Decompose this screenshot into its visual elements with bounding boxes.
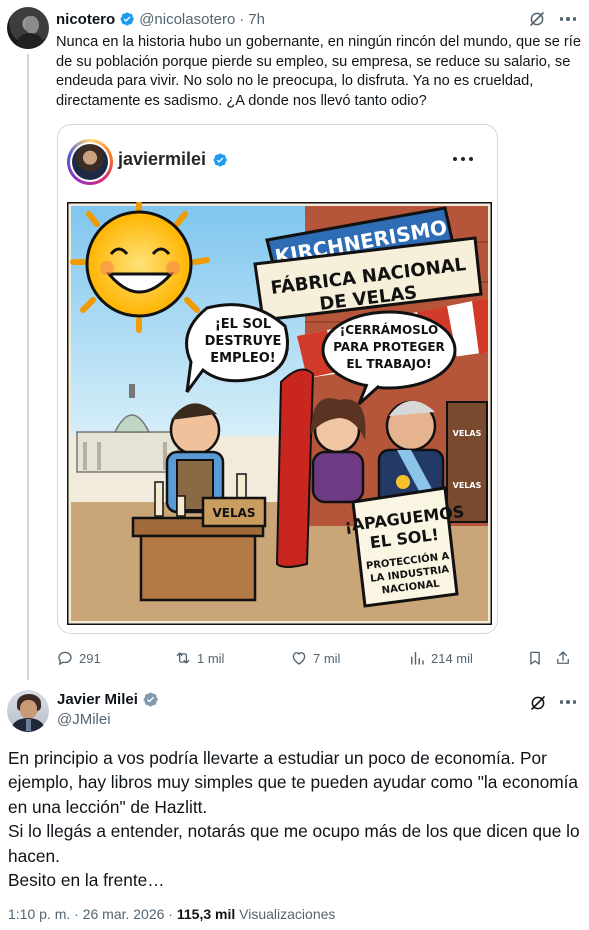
tweet1-timestamp[interactable]: 7h xyxy=(248,11,265,28)
views-count: 214 mil xyxy=(431,650,473,666)
velas-box-label: VELAS xyxy=(212,506,255,520)
heart-icon xyxy=(292,652,306,665)
grok-icon[interactable] xyxy=(528,10,546,28)
javier-milei-avatar[interactable] xyxy=(7,690,49,732)
bubble-right-line2: PARA PROTEGER xyxy=(333,340,445,354)
share-button[interactable] xyxy=(554,648,572,668)
repost-button[interactable]: 1 mil xyxy=(174,648,224,668)
bookmark-icon xyxy=(530,651,540,665)
avatar-face xyxy=(20,700,37,719)
tweet2-paragraph: Besito en la frente… xyxy=(8,870,165,891)
shelf-label-lower: VELAS xyxy=(453,481,482,490)
verified-badge-icon xyxy=(120,12,135,26)
separator-dot: · xyxy=(239,10,245,28)
repost-count: 1 mil xyxy=(197,650,225,666)
tweet1-handle[interactable]: @nicolasotero xyxy=(139,11,235,28)
tweet1-action-bar: 291 1 mil 7 mil 214 mil xyxy=(56,648,582,668)
like-count: 7 mil xyxy=(313,650,341,666)
more-options-icon[interactable] xyxy=(556,692,580,712)
tweet1-header: nicotero @nicolasotero · 7h xyxy=(56,9,265,29)
shelf-label: VELAS xyxy=(453,429,482,438)
tweet2-meta: 1:10 p. m. · 26 mar. 2026 · 115,3 mil Vi… xyxy=(8,906,335,922)
grok-icon[interactable] xyxy=(529,694,547,712)
reply-button[interactable]: 291 xyxy=(56,648,101,668)
red-curtain xyxy=(275,368,315,568)
bubble-left-line1: ¡EL SOL xyxy=(215,317,271,332)
instagram-more-icon[interactable] xyxy=(453,157,473,161)
bubble-right-line3: EL TRABAJO! xyxy=(346,357,431,371)
tweet2-author-name[interactable]: Javier Milei xyxy=(57,691,138,708)
tweet1-author-name[interactable]: nicotero xyxy=(56,11,115,28)
instagram-avatar[interactable] xyxy=(67,139,113,185)
like-button[interactable]: 7 mil xyxy=(290,648,340,668)
more-options-icon[interactable] xyxy=(556,9,580,29)
tweet2-text: En principio a vos podría llevarte a est… xyxy=(8,746,580,892)
comic-illustration: KIRCHNERISMO FÁBRICA NACIONAL DE VELAS ¡… xyxy=(67,202,492,625)
tweet2-views-label: Visualizaciones xyxy=(239,906,336,922)
tweet2-timestamp[interactable]: 1:10 p. m. · 26 mar. 2026 · xyxy=(8,906,173,922)
instagram-account-row: javiermilei xyxy=(118,149,228,170)
thread-connector-line xyxy=(27,54,29,680)
embedded-instagram-post[interactable]: javiermilei KIRCHNERISMO FÁBRICA NACIONA… xyxy=(57,124,498,634)
bubble-right-line1: ¡CERRÁMOSLO xyxy=(340,322,438,337)
tweet2-handle[interactable]: @JMilei xyxy=(57,711,111,728)
views-button[interactable]: 214 mil xyxy=(408,648,473,668)
avatar-body xyxy=(17,33,43,49)
tweet2-views-count: 115,3 mil xyxy=(176,906,236,922)
instagram-account-name[interactable]: javiermilei xyxy=(118,149,206,170)
worker-character xyxy=(165,403,225,514)
share-icon xyxy=(557,651,569,664)
instagram-verified-icon xyxy=(213,152,227,167)
bubble-left-line3: EMPLEO! xyxy=(210,351,276,366)
avatar-tie xyxy=(26,719,31,731)
bookmark-button[interactable] xyxy=(526,648,544,668)
tweet2-paragraph: En principio a vos podría llevarte a est… xyxy=(8,748,579,817)
tweet2-paragraph: Si lo llegás a entender, notarás que me … xyxy=(8,821,580,866)
tweet2-author-row: Javier Milei xyxy=(57,691,159,708)
views-chart-icon xyxy=(411,652,424,665)
nicotero-avatar[interactable] xyxy=(7,7,49,49)
protest-placard: ¡APAGUEMOS EL SOL! PROTECCIÓN A LA INDUS… xyxy=(343,486,465,608)
repost-icon xyxy=(176,652,190,664)
tweet1-text: Nunca en la historia hubo un gobernante,… xyxy=(56,34,581,109)
avatar-face xyxy=(25,16,39,34)
bubble-left-line2: DESTRUYE xyxy=(205,334,282,349)
gray-verified-badge-icon xyxy=(143,692,158,707)
reply-icon xyxy=(58,651,72,666)
reply-count: 291 xyxy=(79,650,101,666)
